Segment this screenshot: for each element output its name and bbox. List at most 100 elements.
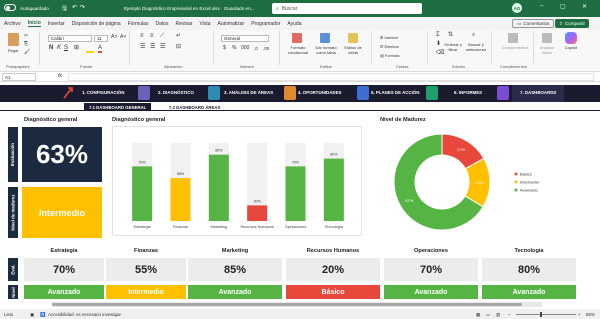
menu-tab-4[interactable]: Fórmulas <box>128 21 149 27</box>
search-box[interactable]: ⌕ Buscar <box>272 3 422 14</box>
font-name-select[interactable]: Calibri <box>48 35 92 42</box>
align-left-icon[interactable]: ☰ <box>140 44 145 50</box>
name-box[interactable]: A1 <box>2 73 36 81</box>
find-select-label[interactable]: Buscar y seleccionar <box>463 42 489 52</box>
percent-icon[interactable]: % <box>232 46 236 51</box>
decrease-decimal-icon[interactable]: ,00 <box>263 46 269 51</box>
menu-tab-9[interactable]: Programador <box>251 21 280 27</box>
zoom-in-icon[interactable]: + <box>578 312 581 317</box>
underline-icon[interactable]: S <box>64 45 68 51</box>
menu-tab-1[interactable]: Inicio <box>27 20 41 27</box>
bold-icon[interactable]: N <box>49 45 53 51</box>
insert-cells-button[interactable]: ⊞ Insertar <box>380 35 398 40</box>
macro-record-icon[interactable]: ▣ <box>30 312 34 318</box>
nav-configuracion[interactable]: 1. CONFIGURACIÓN <box>82 90 124 95</box>
nav-dashboards[interactable]: 7. DASHBOARDS <box>520 90 556 95</box>
tab-dashboard-areas[interactable]: 7.2 DASHBOARD ÁREAS <box>164 103 225 111</box>
nav-planes-accion[interactable]: 5. PLANES DE ACCIÓN <box>371 90 419 95</box>
undo-icon[interactable]: ↶ <box>72 4 77 11</box>
sort-filter-icon[interactable]: ⇅ <box>448 32 453 38</box>
align-top-icon[interactable]: ≡ <box>140 33 144 39</box>
format-painter-icon[interactable]: 🖌 <box>24 50 30 55</box>
thousands-icon[interactable]: 000 <box>241 46 249 51</box>
fill-color-icon[interactable] <box>86 47 94 53</box>
merge-center-icon[interactable]: ⊟ <box>176 44 181 50</box>
format-as-table-label[interactable]: Dar formato como tabla <box>313 45 339 55</box>
cell-styles-icon[interactable] <box>348 33 358 43</box>
maximize-icon[interactable]: ▢ <box>560 3 566 10</box>
align-center-icon[interactable]: ☰ <box>150 44 155 50</box>
cut-icon[interactable]: ✂ <box>24 34 28 39</box>
fill-icon[interactable]: ⬇ <box>436 41 441 47</box>
copilot-icon[interactable] <box>565 32 577 44</box>
nav-analisis-areas[interactable]: 3. ANÁLISIS DE ÁREAS <box>224 90 273 95</box>
conditional-format-icon[interactable] <box>292 33 302 43</box>
delete-cells-button[interactable]: ⊟ Eliminar <box>380 44 399 49</box>
close-icon[interactable]: ✕ <box>582 3 587 10</box>
addins-icon[interactable] <box>508 33 518 43</box>
normal-view-icon[interactable]: ▦ <box>476 312 480 318</box>
number-format-select[interactable]: General <box>221 35 269 42</box>
borders-icon[interactable]: ⊞ <box>74 45 79 51</box>
shrink-font-icon[interactable]: A˅ <box>120 35 126 40</box>
italic-icon[interactable]: K <box>57 45 61 51</box>
menu-tab-10[interactable]: Ayuda <box>287 21 301 27</box>
cell-styles-label[interactable]: Estilos de celda <box>342 45 364 55</box>
nav-informes[interactable]: 6. INFORMES <box>454 90 482 95</box>
redo-icon[interactable]: ↷ <box>80 4 85 11</box>
minimize-icon[interactable]: – <box>540 3 543 9</box>
paste-icon[interactable] <box>8 33 19 46</box>
autosave-label: Autoguardado <box>20 6 49 11</box>
nav-diagnostico[interactable]: 2. DIAGNÓSTICO <box>158 90 194 95</box>
menu-tab-8[interactable]: Automatizar <box>218 21 245 27</box>
tab-dashboard-general[interactable]: 7.1 DASHBOARD GENERAL <box>84 103 152 111</box>
avatar[interactable]: AG <box>512 3 522 13</box>
conditional-format-label[interactable]: Formato condicional <box>286 45 310 55</box>
font-size-select[interactable]: 11 <box>94 35 108 42</box>
analyze-data-icon[interactable] <box>542 33 552 43</box>
menu-tab-5[interactable]: Datos <box>155 21 168 27</box>
menu-tab-6[interactable]: Revisar <box>176 21 193 27</box>
copy-icon[interactable]: ⎘ <box>24 42 28 47</box>
fx-icon[interactable]: fx <box>58 73 62 79</box>
formula-input[interactable] <box>68 73 594 81</box>
format-cells-button[interactable]: ▤ Formato <box>380 53 400 58</box>
horizontal-scrollbar[interactable] <box>52 302 542 307</box>
accessibility-status[interactable]: Accesibilidad: es necesario investigar <box>48 312 121 317</box>
sort-filter-label[interactable]: Ordenar y filtrar <box>443 42 463 52</box>
page-break-icon[interactable]: ▥ <box>496 312 500 318</box>
copilot-label[interactable]: Copilot <box>561 45 581 50</box>
zoom-level[interactable]: 85% <box>586 312 595 317</box>
zoom-slider[interactable] <box>516 312 576 317</box>
paste-label[interactable]: Pegar <box>8 48 19 53</box>
maturity-side-label: Nivel de madurez <box>8 187 18 238</box>
analyze-data-label[interactable]: Analizar datos <box>535 45 559 55</box>
align-right-icon[interactable]: ☰ <box>160 44 165 50</box>
menu-tab-2[interactable]: Insertar <box>48 21 65 27</box>
kpi-area-name: Tecnología <box>514 248 544 254</box>
menu-tab-7[interactable]: Vista <box>199 21 210 27</box>
page-layout-icon[interactable]: ▭ <box>486 312 490 318</box>
addins-label[interactable]: Complementos <box>498 45 532 50</box>
increase-decimal-icon[interactable]: ,0 <box>254 46 258 51</box>
format-as-table-icon[interactable] <box>320 33 330 43</box>
save-icon[interactable]: 🖫 <box>62 4 67 14</box>
orientation-icon[interactable]: ⟋ <box>160 33 164 39</box>
wrap-text-icon[interactable]: ↵ <box>176 33 181 39</box>
menu-tab-3[interactable]: Disposición de página <box>72 21 121 27</box>
autosum-icon[interactable]: Σ <box>436 32 440 38</box>
comments-button[interactable]: ▭ Comentarios <box>512 19 555 28</box>
zoom-slider-handle[interactable] <box>540 312 542 317</box>
nav-oportunidades[interactable]: 4. OPORTUNIDADES <box>298 90 341 95</box>
scrollbar-thumb[interactable] <box>52 303 522 306</box>
accessibility-icon[interactable]: ♿ <box>40 312 45 318</box>
grow-font-icon[interactable]: A˄ <box>111 35 117 40</box>
font-color-icon[interactable]: A <box>98 45 103 53</box>
zoom-out-icon[interactable]: – <box>508 312 510 317</box>
currency-icon[interactable]: $ <box>223 46 226 51</box>
share-button[interactable]: ⇪ Compartir <box>555 19 590 28</box>
menu-tab-0[interactable]: Archivo <box>4 21 21 27</box>
autosave-toggle[interactable] <box>4 4 16 11</box>
find-select-icon[interactable]: ⌕ <box>472 32 475 38</box>
align-middle-icon[interactable]: ≡ <box>150 33 154 39</box>
